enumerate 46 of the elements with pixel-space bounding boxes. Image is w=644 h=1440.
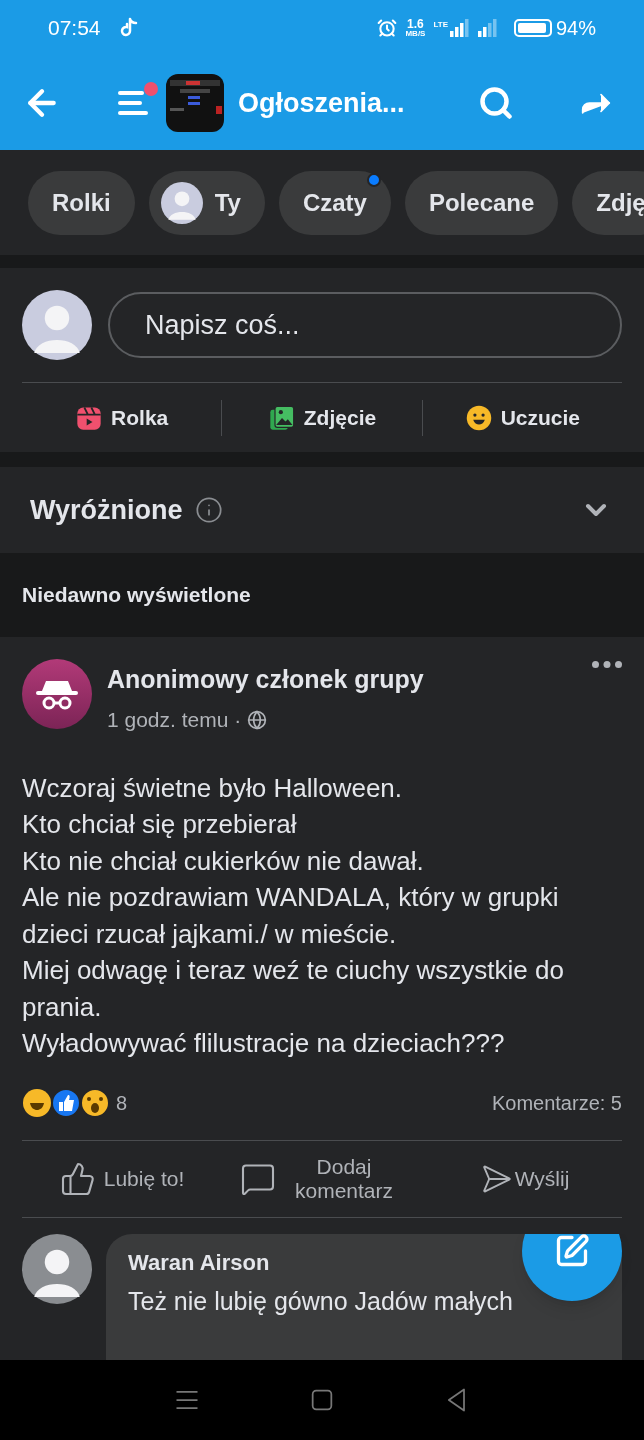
signal-icon [477,19,498,37]
thumbs-up-icon [59,1160,96,1197]
more-dots-icon [592,660,622,668]
post-action-button[interactable]: Wyślij [422,1162,622,1195]
group-title: Ogłoszenia... [238,86,405,120]
clock: 07:54 [48,15,101,42]
post-text: Wczoraj świetne było Halloween. Kto chciał się przebierał Kto nie chciał cukierków nie dawał. Ale nie pozdrawiam WANDALA, który w grupki dzieci rzucał jajkami./ w mieście. Miej odwagę i teraz weź te ciuchy wszystkie do prania. Wyładowywać flilustracje na dzieciach??? [21,771,565,1060]
avatar [22,290,92,361]
battery-percent: 94% [555,16,596,41]
reactions-icon [22,1087,110,1118]
more-options-button[interactable] [592,660,622,668]
author-name[interactable]: Anonimowy członek grupy [107,660,577,698]
battery-icon [513,19,552,37]
reaction-count[interactable]: 8 [116,1087,128,1118]
filter-chip[interactable]: Polecane [404,170,559,235]
section-title: Niedawno wyświetlone [22,582,251,609]
composer-action[interactable]: Uczucie [422,402,622,434]
speed-value: 1.6 [407,18,424,30]
avatar [22,1233,92,1304]
composer-action[interactable]: Zdjęcie [222,402,422,434]
comment-count[interactable]: Komentarze: 5 [491,1087,622,1118]
search-button[interactable] [478,85,514,121]
incognito-avatar-icon [22,658,92,729]
post-time: 1 godz. temu · [107,707,242,733]
post-input-field[interactable]: Napisz coś... [108,292,622,359]
info-icon[interactable] [194,496,223,525]
signal-icon [449,19,470,37]
filter-chip[interactable]: Rolki [28,170,135,235]
smiley-icon [464,403,493,432]
search-icon [478,85,514,121]
filter-chip[interactable]: Zdję [572,170,644,235]
audience-icon [247,709,268,730]
speed-unit: MB/S [405,30,426,38]
composer-action[interactable]: Rolka [22,402,222,434]
filter-chip[interactable]: Czaty [278,170,391,235]
avatar [160,181,203,224]
edit-icon [554,1233,590,1269]
post-action-button[interactable]: Dodaj komentarz [222,1154,422,1203]
post-action-button[interactable]: Lubię to! [22,1160,222,1197]
comment-author[interactable]: Waran Airson [128,1245,270,1279]
section-title: Wyróżnione [30,494,183,527]
photo-icon [267,403,296,432]
comment-text: Też nie lubię gówno Jadów małych [128,1285,513,1317]
network-type: LTE [433,19,448,31]
filter-chip[interactable]: Ty [148,170,265,235]
alarm-icon [377,18,398,38]
